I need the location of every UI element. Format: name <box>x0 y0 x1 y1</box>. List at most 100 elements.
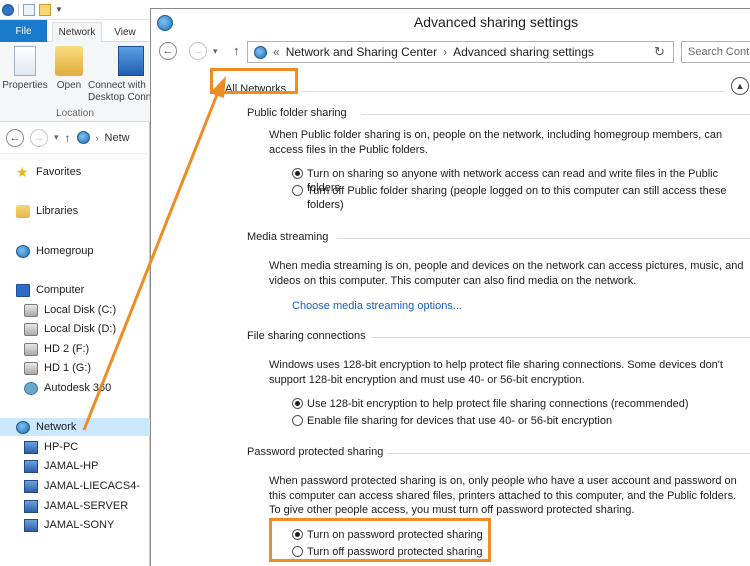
tree-item-jamal-sony[interactable]: JAMAL-SONY <box>0 516 150 534</box>
forward-button[interactable]: → <box>189 42 207 60</box>
network-computer-icon <box>24 479 38 493</box>
radio-label: Use 128-bit encryption to help protect f… <box>307 398 689 410</box>
section-divider <box>361 114 750 115</box>
breadcrumb-advanced-sharing[interactable]: Advanced sharing settings <box>453 45 594 59</box>
section-divider <box>301 91 725 92</box>
window-title: Advanced sharing settings <box>413 14 579 30</box>
breadcrumb-chevron-icon[interactable]: › <box>443 45 447 59</box>
homegroup-icon <box>16 244 30 258</box>
recent-pages-chevron-icon[interactable]: ▾ <box>213 46 218 57</box>
radio-button[interactable] <box>292 185 303 196</box>
app-icon[interactable] <box>2 3 14 16</box>
properties-quick-icon[interactable] <box>23 3 35 16</box>
public-folder-off-option[interactable]: Turn off Public folder sharing (people l… <box>292 184 737 212</box>
tree-label: Local Disk (D:) <box>44 323 117 335</box>
collapse-section-chevron-up-icon[interactable]: ▲ <box>731 77 749 95</box>
breadcrumb-chevron-icon[interactable]: › <box>96 133 99 143</box>
tree-label: Libraries <box>36 205 79 217</box>
encryption-128-option[interactable]: Use 128-bit encryption to help protect f… <box>292 397 689 411</box>
remote-desktop-icon <box>118 46 144 76</box>
tree-item-network[interactable]: Network <box>0 418 150 436</box>
tree-label: HD 2 (F:) <box>44 343 90 355</box>
tree-label: JAMAL-SERVER <box>44 500 129 512</box>
public-folder-description: When Public folder sharing is on, people… <box>269 129 723 156</box>
radio-label: Turn off Public folder sharing (people l… <box>307 185 727 211</box>
connect-remote-desktop-button[interactable]: Connect with Desktop Conn <box>88 46 158 104</box>
tree-label: JAMAL-HP <box>44 460 99 472</box>
control-panel-network-icon <box>254 45 267 59</box>
new-folder-quick-icon[interactable] <box>39 3 51 16</box>
network-computer-icon <box>24 440 38 454</box>
title-bar: Advanced sharing settings <box>151 9 750 37</box>
section-divider <box>337 238 750 239</box>
tree-item-local-disk-c[interactable]: Local Disk (C:) <box>0 301 150 319</box>
tree-item-local-disk-d[interactable]: Local Disk (D:) <box>0 320 150 338</box>
all-networks-highlight-box <box>210 68 298 94</box>
dialog-address-bar[interactable]: « Network and Sharing Center › Advanced … <box>247 41 674 63</box>
explorer-address-bar: ← → ▾ ↑ › Netw <box>0 122 150 154</box>
up-arrow-icon[interactable]: ↑ <box>65 131 71 145</box>
password-sharing-description: When password protected sharing is on, o… <box>269 475 737 516</box>
tree-label: Favorites <box>36 166 82 178</box>
settings-content: All Networks ▲ Public folder sharing Whe… <box>151 67 750 566</box>
media-streaming-options-link[interactable]: Choose media streaming options... <box>292 300 462 312</box>
open-button[interactable]: Open <box>52 46 86 92</box>
explorer-address-text[interactable]: Netw <box>105 132 130 144</box>
tree-item-jamal-liecacs4[interactable]: JAMAL-LIECACS4- <box>0 477 150 495</box>
tree-label: JAMAL-SONY <box>44 519 115 531</box>
properties-label: Properties <box>2 80 48 91</box>
tree-item-jamal-hp[interactable]: JAMAL-HP <box>0 457 150 475</box>
radio-button[interactable] <box>292 398 303 409</box>
back-button[interactable]: ← <box>6 128 24 147</box>
tree-item-hd1[interactable]: HD 1 (G:) <box>0 359 150 377</box>
network-computer-icon <box>24 518 38 532</box>
network-computer-icon <box>24 499 38 513</box>
tree-item-hd2[interactable]: HD 2 (F:) <box>0 340 150 358</box>
drive-icon <box>24 303 38 317</box>
refresh-icon[interactable]: ↻ <box>654 44 665 60</box>
tree-item-hp-pc[interactable]: HP-PC <box>0 438 150 456</box>
tab-view[interactable]: View <box>106 22 144 42</box>
properties-button[interactable]: Properties <box>2 46 48 92</box>
drive-icon <box>24 342 38 356</box>
properties-icon <box>14 46 36 76</box>
media-streaming-heading: Media streaming <box>247 231 329 243</box>
drive-icon <box>24 322 38 336</box>
ribbon-body: Properties Open Connect with Desktop Con… <box>0 42 151 122</box>
tree-item-libraries[interactable]: Libraries <box>0 202 150 220</box>
tab-file[interactable]: File <box>0 20 47 42</box>
radio-button[interactable] <box>292 168 303 179</box>
tree-item-homegroup[interactable]: Homegroup <box>0 242 150 260</box>
network-location-icon <box>76 131 90 144</box>
back-button[interactable]: ← <box>159 42 177 60</box>
tree-label: Computer <box>36 284 85 296</box>
ribbon-tabs: File Network View <box>0 20 150 42</box>
tree-item-favorites[interactable]: ★ Favorites <box>0 163 150 181</box>
tree-label: HP-PC <box>44 441 79 453</box>
tree-label: Local Disk (C:) <box>44 304 117 316</box>
tab-network[interactable]: Network <box>52 22 102 42</box>
up-arrow-icon[interactable]: ↑ <box>233 43 240 58</box>
tree-item-autodesk-360[interactable]: Autodesk 360 <box>0 379 150 397</box>
breadcrumb-overflow-icon[interactable]: « <box>273 45 280 59</box>
forward-button[interactable]: → <box>30 128 48 147</box>
network-computer-icon <box>24 459 38 473</box>
recent-locations-chevron-icon[interactable]: ▾ <box>54 132 59 143</box>
customize-toolbar-chevron-icon[interactable]: ▼ <box>55 5 63 14</box>
ribbon-group-label: Location <box>56 108 94 119</box>
search-input[interactable]: Search Contr <box>681 41 750 63</box>
star-icon: ★ <box>16 163 29 180</box>
connect-label-line2: Desktop Conn <box>88 92 152 103</box>
libraries-icon <box>16 204 30 218</box>
tree-item-computer[interactable]: Computer <box>0 281 150 299</box>
password-protected-sharing-heading: Password protected sharing <box>247 446 384 458</box>
radio-button[interactable] <box>292 415 303 426</box>
encryption-40-56-option[interactable]: Enable file sharing for devices that use… <box>292 414 612 428</box>
section-divider <box>371 337 750 338</box>
breadcrumb-network-sharing-center[interactable]: Network and Sharing Center <box>286 45 437 59</box>
tree-item-jamal-server[interactable]: JAMAL-SERVER <box>0 497 150 515</box>
open-label: Open <box>56 80 82 91</box>
radio-label: Enable file sharing for devices that use… <box>307 415 613 427</box>
tree-label: Homegroup <box>36 245 94 257</box>
connect-label-line1: Connect with <box>88 80 146 91</box>
